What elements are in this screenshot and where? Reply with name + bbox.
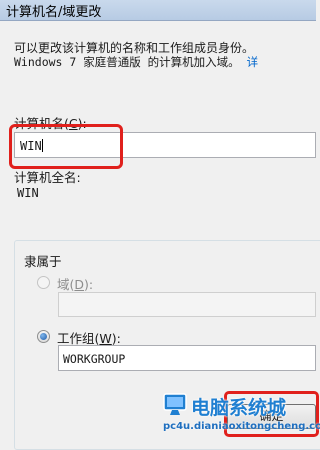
title-bar: 计算机名/域更改: [0, 0, 316, 21]
highlight-box-computer-name: [9, 124, 123, 169]
workgroup-value: WORKGROUP: [63, 352, 126, 366]
window-title: 计算机名/域更改: [6, 5, 102, 20]
full-computer-name-value: WIN: [17, 186, 39, 200]
description-text: Windows 7 家庭普通版 的计算机加入域。: [14, 55, 240, 69]
workgroup-input[interactable]: WORKGROUP: [58, 345, 316, 371]
workgroup-radio[interactable]: [37, 330, 50, 343]
domain-input[interactable]: [58, 292, 316, 317]
watermark: 电脑系统城 pc4u.dianiaoxitongcheng.com: [163, 389, 320, 437]
domain-label: 域(D):: [57, 277, 94, 292]
watermark-logo-icon: [163, 393, 187, 415]
member-of-caption: 隶属于: [24, 254, 62, 269]
domain-radio[interactable]: [37, 276, 50, 289]
full-computer-name-label: 计算机全名:: [14, 170, 81, 185]
description-line-2: Windows 7 家庭普通版 的计算机加入域。 详: [14, 54, 258, 70]
details-link[interactable]: 详: [247, 55, 259, 69]
watermark-title: 电脑系统城: [191, 397, 287, 419]
watermark-url: pc4u.dianiaoxitongcheng.com: [163, 421, 320, 432]
